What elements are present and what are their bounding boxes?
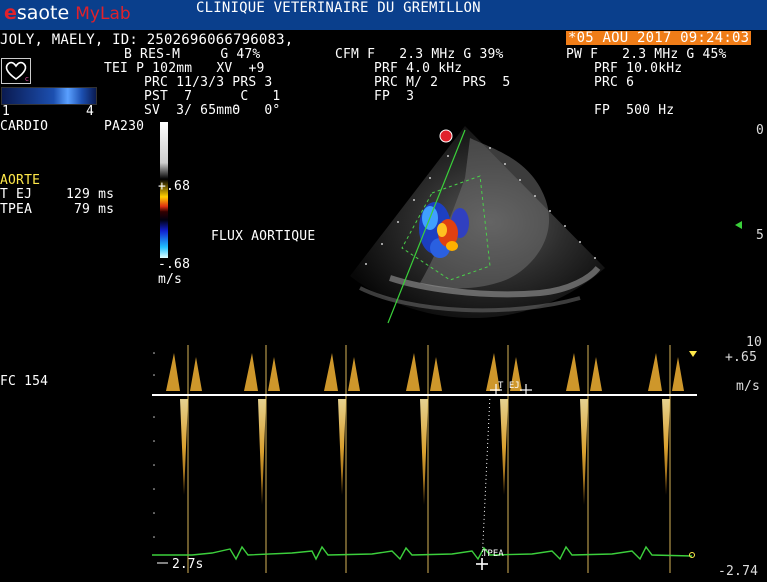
depth-label-0: 0 <box>756 123 765 138</box>
scroll-marker-icon[interactable] <box>689 351 697 357</box>
doppler-forward-flow <box>406 353 442 391</box>
heart-rate: FC 154 <box>0 374 49 389</box>
doppler-beat <box>162 399 202 495</box>
cardio-preset-icon[interactable]: c <box>1 58 31 84</box>
brand-logo-name: saote <box>16 2 70 24</box>
focus-marker-icon[interactable] <box>735 221 742 229</box>
doppler-beat <box>402 399 442 505</box>
brand-logo-e: e <box>4 2 17 24</box>
pw-row1: PW F 2.3 MHz G 45% <box>566 47 727 62</box>
tpea-guide <box>481 394 491 564</box>
ecg-end-marker <box>689 552 695 558</box>
product-name: MyLab <box>75 4 131 24</box>
pw-row2: PRF 10.0kHz <box>594 61 683 76</box>
probe-scale-left: 1 <box>2 104 11 119</box>
doppler-forward-flow <box>324 353 360 391</box>
patient-info: JOLY, MAELY, ID: 2502696066796083, <box>0 32 294 48</box>
doppler-beat <box>240 399 280 505</box>
brand-logo: esaote MyLab <box>4 2 131 24</box>
svg-text:c: c <box>25 75 29 83</box>
probe-scale-right: 4 <box>86 104 95 119</box>
color-scale-top: +.68 <box>158 179 191 194</box>
measure-tpea-value: 79 ms <box>66 202 115 217</box>
depth-label-5: 5 <box>756 228 765 243</box>
doppler-forward-flow <box>166 353 202 391</box>
probe-name: PA230 <box>104 119 145 134</box>
b-mode-row4: PST 7 C 1 <box>144 89 281 104</box>
color-scale-bottom: -.68 <box>158 257 191 272</box>
measure-tej-value: 129 ms <box>66 187 115 202</box>
doppler-beat <box>320 399 360 495</box>
measure-tej-label: T EJ <box>0 187 33 202</box>
ecg-trace <box>152 545 693 561</box>
tpea-marker-label: TPEA <box>482 549 504 559</box>
measure-section-title: AORTE <box>0 173 41 188</box>
pw-doppler-spectrum[interactable]: T EJ TPEA 2.7s <box>152 345 697 575</box>
cfm-row2: PRF 4.0 kHz <box>374 61 463 76</box>
pw-row4: FP 500 Hz <box>594 103 675 118</box>
doppler-forward-flow <box>244 353 280 391</box>
exam-datetime: *05 AOU 2017 09:24:03 <box>566 30 752 46</box>
exam-mode: CARDIO <box>0 119 49 134</box>
doppler-forward-flow <box>648 353 684 391</box>
cfm-row1: CFM F 2.3 MHz G 39% <box>335 47 504 62</box>
measure-tpea-label: TPEA <box>0 202 33 217</box>
doppler-beat <box>562 399 602 505</box>
cfm-row3: PRC M/ 2 PRS 5 <box>374 75 511 90</box>
doppler-beats <box>162 345 684 573</box>
velocity-scale-unit: m/s <box>736 379 761 394</box>
ultrasound-sector-image[interactable] <box>330 118 620 338</box>
velocity-scale-top: +.65 <box>725 350 758 365</box>
clinic-name: CLINIQUE VETERINAIRE DU GREMILLON <box>196 0 481 16</box>
orientation-marker-icon <box>439 129 453 143</box>
sweep-duration: 2.7s <box>172 557 203 572</box>
b-mode-row5: SV 3/ 65mmΘ 0° <box>144 103 281 118</box>
velocity-scale-bottom: -2.74 <box>718 564 759 579</box>
b-mode-row3: PRC 11/3/3 PRS 3 <box>144 75 273 90</box>
depth-label-10: 10 <box>746 335 763 350</box>
doppler-forward-flow <box>566 353 602 391</box>
doppler-beat <box>644 399 684 495</box>
pw-row3: PRC 6 <box>594 75 635 90</box>
image-annotation: FLUX AORTIQUE <box>211 229 316 244</box>
tej-marker-label: T EJ <box>498 381 520 391</box>
probe-position-bar <box>1 87 97 105</box>
color-scale-unit: m/s <box>158 272 183 287</box>
b-mode-row1: B RES-M G 47% <box>124 47 261 62</box>
b-mode-row2: TEI P 102mm XV +9 <box>104 61 265 76</box>
cfm-row4: FP 3 <box>374 89 415 104</box>
